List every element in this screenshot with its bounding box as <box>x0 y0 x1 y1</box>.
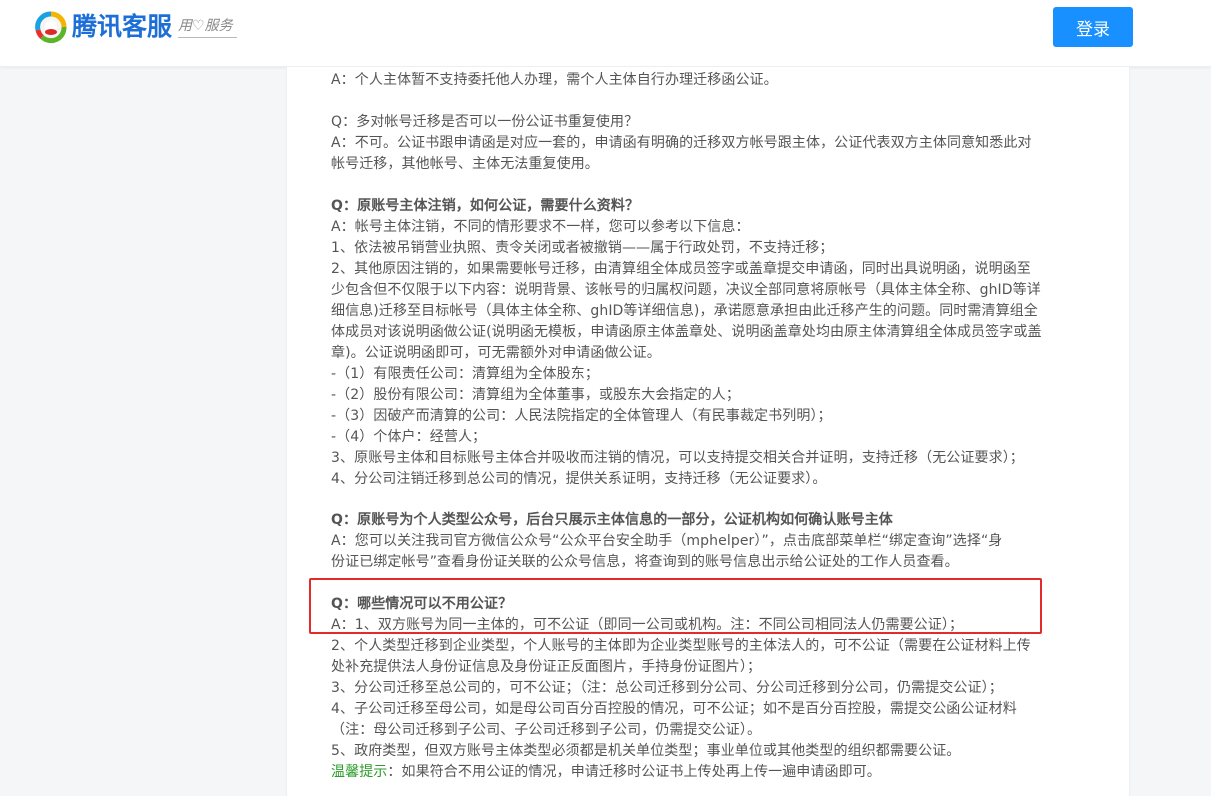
answer-line: 处补充提供法人身份证信息及身份证正反面图片，手持身份证图片）； <box>331 659 762 675</box>
answer-line: A：帐号主体注销，不同的情形要求不一样，您可以参考以下信息： <box>331 219 750 235</box>
answer-line: A：您可以关注我司官方微信公众号“公众平台安全助手（mphelper）”，点击底… <box>331 533 1003 549</box>
tip-line: 温馨提示：如果符合不用公证的情况，申请迁移时公证书上传处再上传一遍申请函即可。 <box>331 762 881 782</box>
answer-line: A：不可。公证书跟申请函是对应一套的，申请函有明确的迁移双方帐号跟主体，公证代表… <box>331 135 1032 151</box>
question-heading: Q：原账号主体注销，如何公证，需要什么资料？ <box>331 198 640 214</box>
answer-line: 细信息)迁移至目标帐号（具体主体全称、ghID等详细信息)，承诺愿意承担由此迁移… <box>331 303 1038 319</box>
answer-line: 4、子公司迁移至母公司，如是母公司百分百控股的情况，可不公证；如不是百分百控股，… <box>331 701 1017 717</box>
question-line: Q：多对帐号迁移是否可以一份公证书重复使用？ <box>331 114 639 130</box>
article-container: A：个人主体暂不支持委托他人办理，需个人主体自行办理迁移函公证。 Q：多对帐号迁… <box>286 67 1130 796</box>
logo-text: 腾讯客服 <box>72 12 173 41</box>
answer-line: 份证已绑定帐号”查看身份证关联的公众号信息，将查询到的账号信息出示给公证处的工作… <box>331 554 959 570</box>
answer-line: 帐号迁移，其他帐号、主体无法重复使用。 <box>331 156 599 172</box>
answer-line: （注：母公司迁移到子公司、子公司迁移到子公司，仍需提交公证）。 <box>331 722 762 738</box>
answer-line: 1、依法被吊销营业执照、责令关闭或者被撤销——属于行政处罚，不支持迁移； <box>331 240 834 256</box>
answer-line: 少包含但不仅限于以下内容：说明背景、该帐号的归属权问题，决议全部同意将原帐号（具… <box>331 282 1041 298</box>
logo-slogan: 用♡服务 <box>178 16 237 38</box>
answer-line: -（1）有限责任公司：清算组为全体股东； <box>331 366 599 382</box>
answer-line: 体成员对该说明函做公证(说明函无模板，申请函原主体盖章处、说明函盖章处均由原主体… <box>331 324 1042 340</box>
answer-line: A：个人主体暂不支持委托他人办理，需个人主体自行办理迁移函公证。 <box>331 72 778 88</box>
answer-line: -（2）股份有限公司：清算组为全体董事，或股东大会指定的人； <box>331 387 740 403</box>
question-heading: Q：原账号为个人类型公众号，后台只展示主体信息的一部分，公证机构如何确认账号主体 <box>331 512 893 528</box>
answer-line: 2、个人类型迁移到企业类型，个人账号的主体即为企业类型账号的主体法人的，可不公证… <box>331 638 1031 654</box>
tencent-service-logo[interactable]: 腾讯客服 用♡服务 <box>34 8 237 46</box>
login-button[interactable]: 登录 <box>1053 7 1133 47</box>
answer-line: 2、其他原因注销的，如果需要帐号迁移，由清算组全体成员签字或盖章提交申请函，同时… <box>331 261 1031 277</box>
answer-line: -（4）个体户：经营人； <box>331 429 487 445</box>
tencent-logo-icon <box>35 11 67 44</box>
answer-line: -（3）因破产而清算的公司：人民法院指定的全体管理人（有民事裁定书列明）； <box>331 408 832 424</box>
top-header: 腾讯客服 用♡服务 登录 <box>0 0 1211 67</box>
answer-line: 3、原账号主体和目标账号主体合并吸收而注销的情况，可以支持提交相关合并证明，支持… <box>331 450 1024 466</box>
answer-line: 4、分公司注销迁移到总公司的情况，提供关系证明，支持迁移（无公证要求）。 <box>331 471 827 487</box>
tip-label: 温馨提示 <box>331 764 388 780</box>
answer-line: 3、分公司迁移至总公司的，可不公证；（注：总公司迁移到分公司、分公司迁移到分公司… <box>331 680 1003 696</box>
answer-line: 5、政府类型，但双方账号主体类型必须都是机关单位类型；事业单位或其他类型的组织都… <box>331 743 961 759</box>
question-heading: Q：哪些情况可以不用公证？ <box>331 596 513 612</box>
answer-line: 章)。公证说明函即可，可无需额外对申请函做公证。 <box>331 345 661 361</box>
answer-line: A：1、双方账号为同一主体的，可不公证（即同一公司或机构。注：不同公司相同法人仍… <box>331 617 964 633</box>
tip-text: ：如果符合不用公证的情况，申请迁移时公证书上传处再上传一遍申请函即可。 <box>387 764 881 780</box>
